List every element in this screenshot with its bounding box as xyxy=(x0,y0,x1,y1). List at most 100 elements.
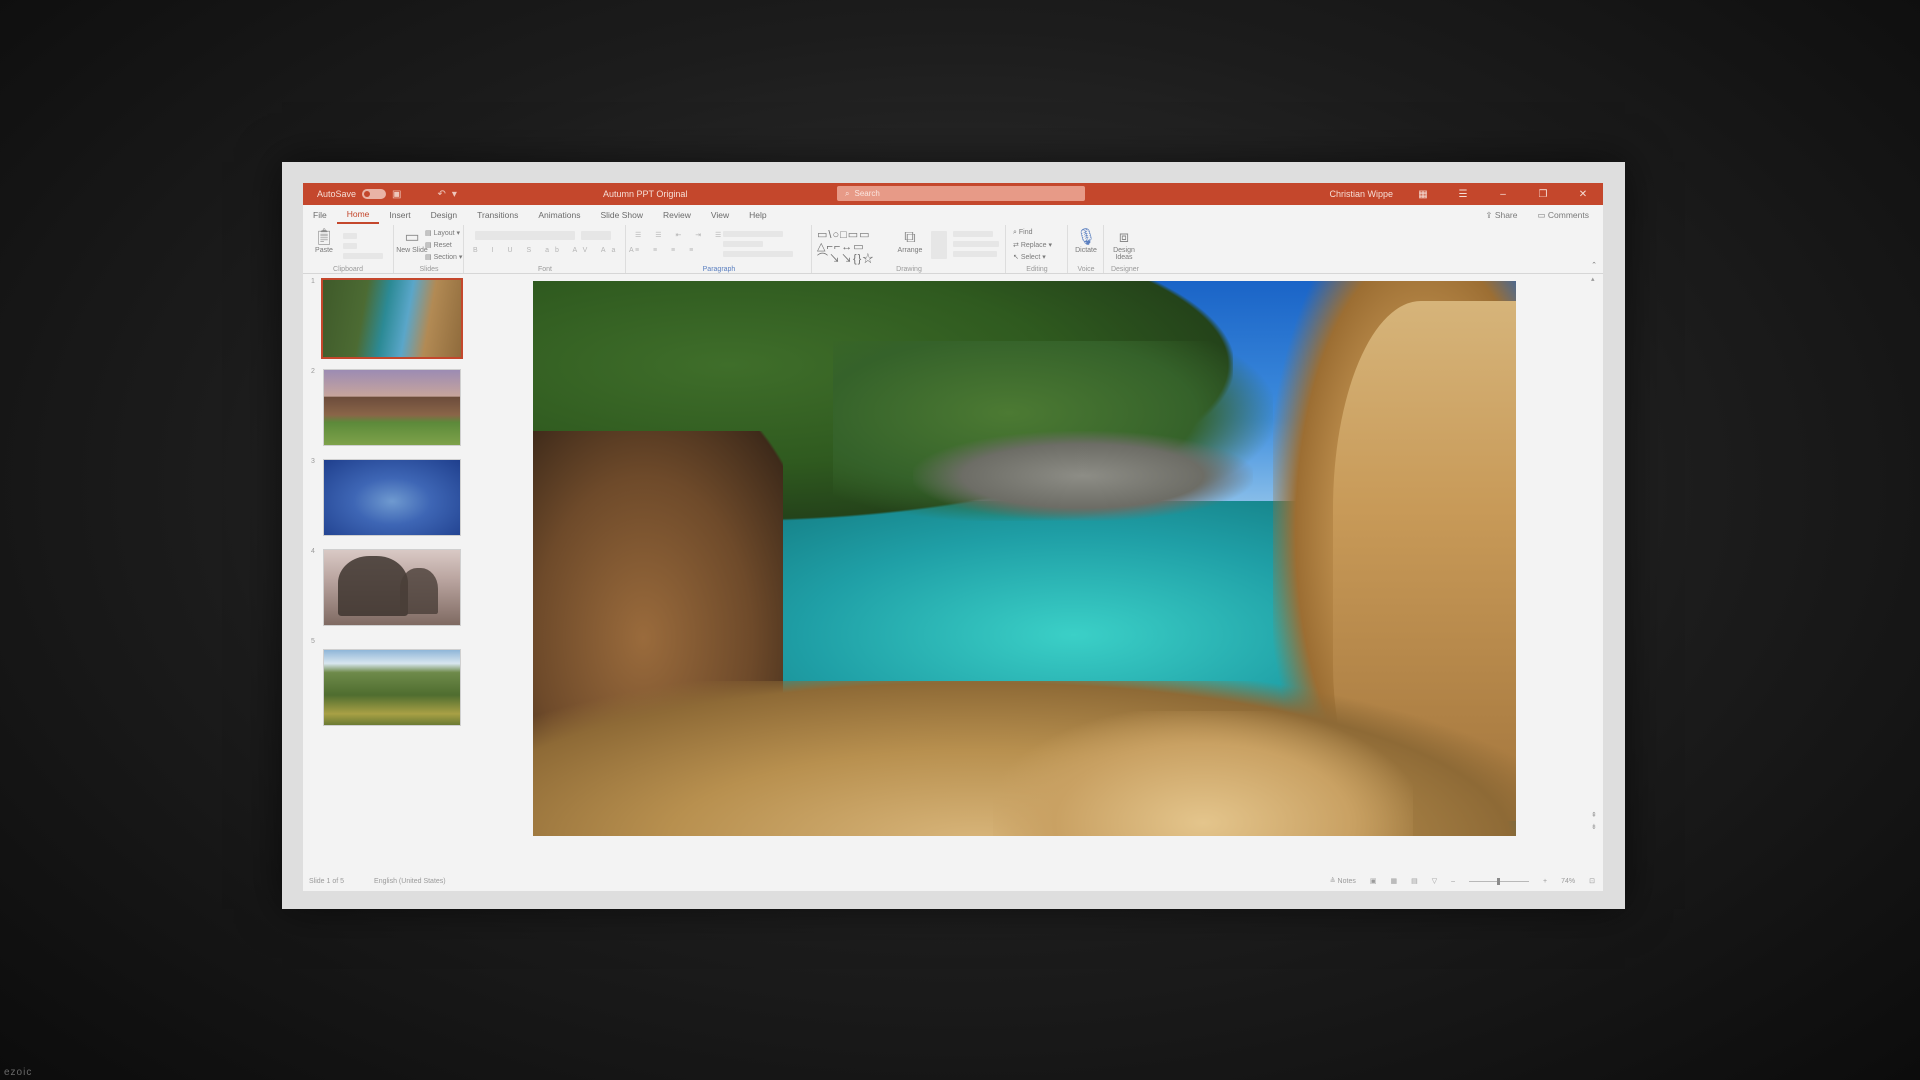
zoom-slider[interactable] xyxy=(1469,877,1530,885)
tab-animations[interactable]: Animations xyxy=(528,205,590,225)
shape-effects-button[interactable] xyxy=(953,251,997,257)
slide-thumbnail-2[interactable] xyxy=(323,369,461,446)
replace-button[interactable]: ⇄ Replace ▾ xyxy=(1013,241,1052,249)
cut-icon[interactable] xyxy=(343,233,357,239)
share-button[interactable]: ⇪ Share xyxy=(1485,210,1517,221)
search-icon: ⌕ xyxy=(845,188,850,198)
tab-home[interactable]: Home xyxy=(336,206,380,224)
ribbon-display-options-icon[interactable]: ☰ xyxy=(1453,189,1473,200)
font-label: Font xyxy=(537,266,552,273)
search-input[interactable]: ⌕ Search xyxy=(837,186,1085,201)
reset-button[interactable]: ▤ Reset xyxy=(425,241,452,249)
user-name[interactable]: Christian Wippe xyxy=(1329,189,1393,199)
select-button[interactable]: ↖ Select ▾ xyxy=(1013,253,1046,261)
new-slide-button[interactable]: ▭ New Slide xyxy=(395,229,429,254)
section-button[interactable]: ▤ Section ▾ xyxy=(425,253,462,261)
tab-help[interactable]: Help xyxy=(739,205,776,225)
vertical-scrollbar[interactable]: ▴ ⇞ ⇟ xyxy=(1591,275,1599,835)
slide-show-icon[interactable]: ▽ xyxy=(1432,877,1437,885)
undo-icon[interactable]: ↶ xyxy=(437,189,445,200)
font-name-dropdown[interactable] xyxy=(475,231,575,240)
tab-slide-show[interactable]: Slide Show xyxy=(590,205,653,225)
share-comments: ⇪ Share ▭ Comments xyxy=(1485,210,1589,221)
thumbnail-number: 1 xyxy=(311,278,315,285)
collapse-ribbon-icon[interactable]: ⌃ xyxy=(1591,261,1597,269)
tree-silhouette xyxy=(338,556,408,616)
slide-sorter-icon[interactable]: ▦ xyxy=(1390,877,1397,885)
clipboard-group: 📋︎ Paste Clipboard xyxy=(303,225,394,273)
find-button[interactable]: ⌕ Find xyxy=(1013,229,1033,237)
fit-to-window-icon[interactable]: ⊡ xyxy=(1589,877,1595,885)
next-slide-icon[interactable]: ⇟ xyxy=(1591,823,1597,831)
autosave-toggle[interactable] xyxy=(362,189,387,199)
notes-button[interactable]: ≜ Notes xyxy=(1330,877,1356,885)
title-bar-right: Christian Wippe ▦ ☰ – ❐ ✕ xyxy=(1329,183,1593,205)
list-buttons[interactable]: ☰ ☰ ⇤ ⇥ ☰ xyxy=(635,231,727,239)
maximize-icon[interactable]: ❐ xyxy=(1533,189,1553,200)
convert-smartart-button[interactable] xyxy=(723,251,793,257)
slide-canvas[interactable] xyxy=(533,281,1516,836)
normal-view-icon[interactable]: ▣ xyxy=(1370,877,1377,885)
paste-button[interactable]: 📋︎ Paste xyxy=(307,229,341,254)
language-indicator[interactable]: English (United States) xyxy=(374,878,446,885)
find-label: Find xyxy=(1018,229,1033,236)
arrange-icon: ⧉ xyxy=(904,229,916,246)
slide-thumbnails-pane: 1 2 3 4 5 xyxy=(303,274,499,866)
font-group: B I U S ab AV Aa A Font xyxy=(465,225,634,273)
design-ideas-button[interactable]: ⧈ Design Ideas xyxy=(1107,229,1141,261)
slide-thumbnail-5[interactable] xyxy=(323,649,461,726)
slides-group: ▭ New Slide ▤ Layout ▾ ▤ Reset ▤ Section… xyxy=(395,225,464,273)
drawing-label: Drawing xyxy=(896,266,922,273)
comments-button[interactable]: ▭ Comments xyxy=(1538,210,1590,221)
layout-button[interactable]: ▤ Layout ▾ xyxy=(425,229,460,237)
tab-review[interactable]: Review xyxy=(653,205,701,225)
zoom-in-icon[interactable]: + xyxy=(1543,878,1547,885)
slide-thumbnail-4[interactable] xyxy=(323,549,461,626)
minimize-icon[interactable]: – xyxy=(1493,189,1513,200)
screenshot-frame: AutoSave ▣ ↶ ▾ Autumn PPT Original ⌕ Sea… xyxy=(282,162,1625,909)
status-bar: Slide 1 of 5 English (United States) ≜ N… xyxy=(303,871,1603,891)
arrange-button[interactable]: ⧉ Arrange xyxy=(893,229,927,254)
design-ideas-icon: ⧈ xyxy=(1118,229,1130,246)
zoom-slider-thumb[interactable] xyxy=(1497,877,1501,885)
align-text-button[interactable] xyxy=(723,241,763,247)
save-icon[interactable]: ▣ xyxy=(392,189,401,200)
slide-thumbnail-1[interactable] xyxy=(321,278,463,359)
font-size-dropdown[interactable] xyxy=(581,231,611,240)
reset-label: Reset xyxy=(433,242,452,249)
replace-label: Replace xyxy=(1020,242,1047,249)
shape-fill-button[interactable] xyxy=(953,231,993,237)
previous-slide-icon[interactable]: ⇞ xyxy=(1591,811,1597,819)
tab-design[interactable]: Design xyxy=(421,205,467,225)
slide-thumbnail-3[interactable] xyxy=(323,459,461,536)
tab-transitions[interactable]: Transitions xyxy=(467,205,528,225)
autosave-label: AutoSave xyxy=(317,189,357,199)
scroll-up-icon[interactable]: ▴ xyxy=(1591,275,1595,283)
font-format-buttons[interactable]: B I U S ab AV Aa A xyxy=(473,247,640,254)
copy-icon[interactable] xyxy=(343,243,357,249)
redo-icon[interactable]: ▾ xyxy=(452,189,457,200)
align-buttons[interactable]: ≡ ≡ ≡ ≡ xyxy=(635,247,699,254)
reading-view-icon[interactable]: ▤ xyxy=(1411,877,1418,885)
shape-outline-button[interactable] xyxy=(953,241,999,247)
close-icon[interactable]: ✕ xyxy=(1573,189,1593,200)
format-painter-icon[interactable] xyxy=(343,253,383,259)
share-label: Share xyxy=(1494,209,1518,220)
search-placeholder: Search xyxy=(854,189,880,198)
tab-file[interactable]: File xyxy=(303,205,337,225)
text-direction-button[interactable] xyxy=(723,231,783,237)
paragraph-group: ☰ ☰ ⇤ ⇥ ☰ ≡ ≡ ≡ ≡ Paragraph xyxy=(627,225,812,273)
tab-view[interactable]: View xyxy=(701,205,739,225)
dictate-button[interactable]: 🎙︎ Dictate xyxy=(1069,229,1103,254)
status-bar-left: Slide 1 of 5 English (United States) xyxy=(303,878,446,885)
quick-styles-button[interactable] xyxy=(931,231,947,259)
zoom-out-icon[interactable]: – xyxy=(1451,878,1455,885)
ribbon-tabs: File Home Insert Design Transitions Anim… xyxy=(303,205,1603,225)
shapes-gallery[interactable]: ▭\○□▭▭ △⌐⌐↔▭ ⌒↘↘{}☆ xyxy=(817,229,892,265)
tab-insert[interactable]: Insert xyxy=(379,205,420,225)
arrange-label: Arrange xyxy=(897,247,923,254)
account-icon[interactable]: ▦ xyxy=(1413,189,1433,200)
zoom-level[interactable]: 74% xyxy=(1561,878,1575,885)
designer-label: Designer xyxy=(1110,266,1139,273)
section-label: Section xyxy=(433,254,457,261)
